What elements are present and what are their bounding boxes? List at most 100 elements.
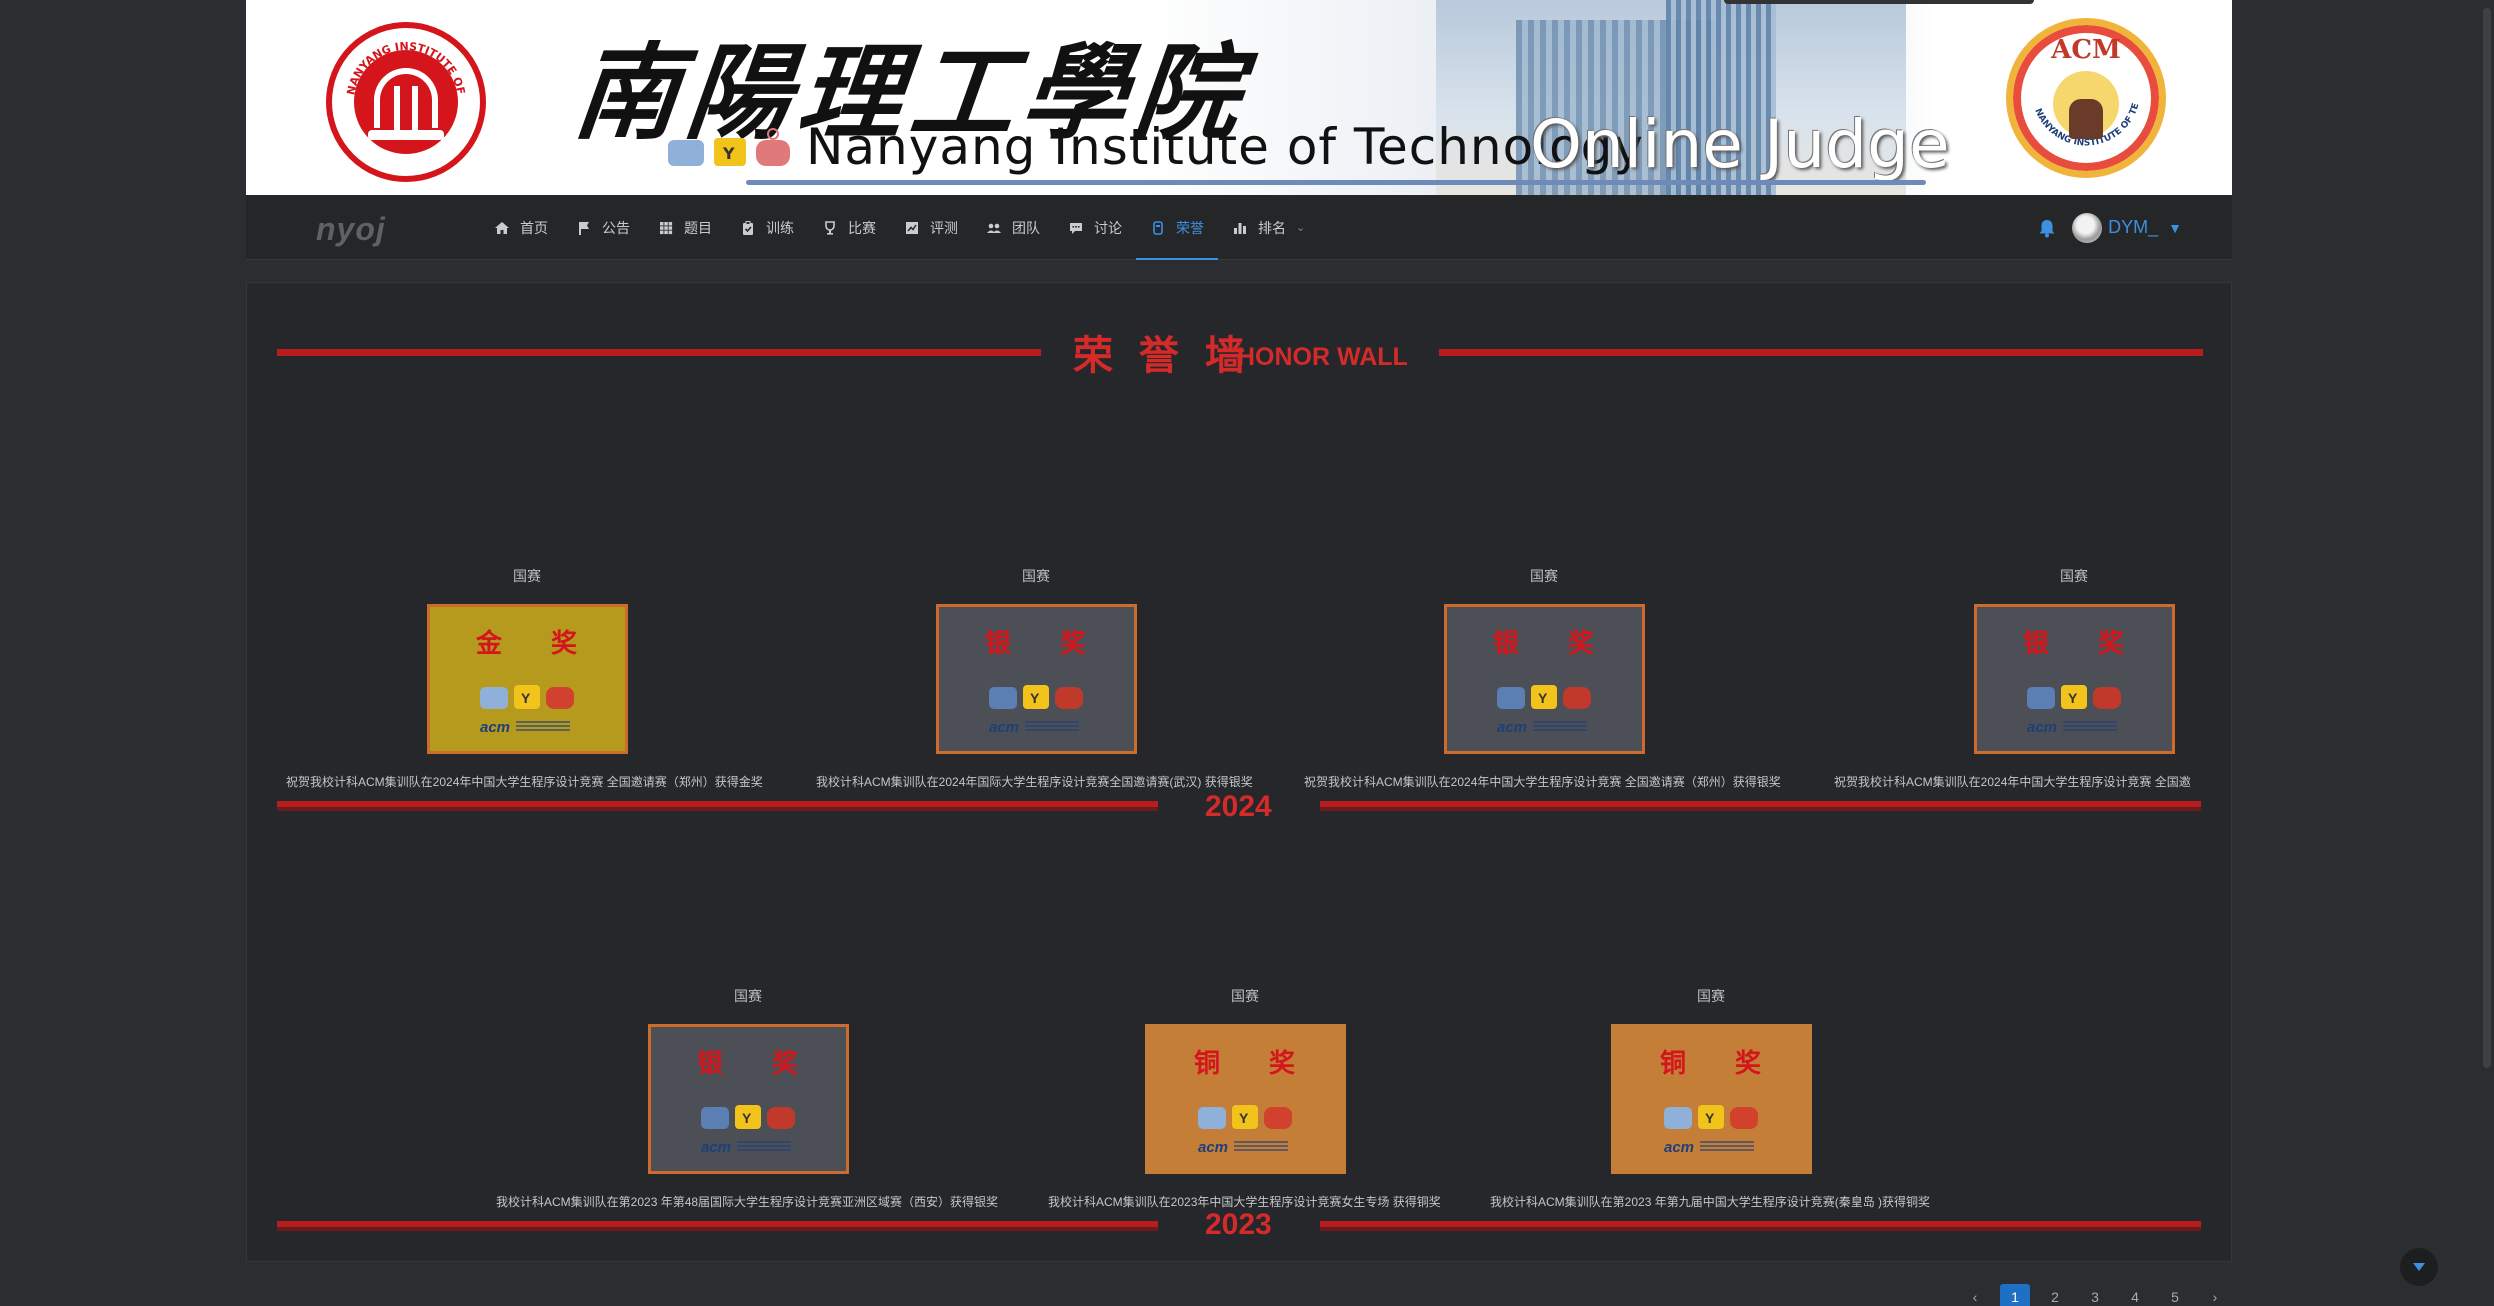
contest-kind: 国赛 (513, 568, 541, 584)
award-title: 银 奖 (1492, 629, 1615, 659)
award-title: 金 奖 (475, 629, 598, 659)
honor-card[interactable]: 国赛 (1145, 986, 1345, 1008)
honor-caption: 祝贺我校计科ACM集训队在2024年中国大学生程序设计竞赛 全国邀请赛（郑州）获… (286, 775, 763, 789)
user-area: DYM_ ▼ (2036, 195, 2182, 260)
acm-tagline (2063, 721, 2117, 731)
honor-card[interactable]: 国赛 (1611, 986, 1811, 1008)
year-line-right (1320, 801, 2201, 807)
year-label: 2024 (1205, 790, 1272, 823)
title-line-left (277, 349, 1041, 356)
banner-overlay (1724, 0, 2034, 4)
caret-down-icon[interactable]: ▼ (2168, 220, 2182, 236)
bar-chart-icon (1234, 222, 1246, 234)
medal-icon (1153, 220, 1163, 235)
page-5-button[interactable]: 5 (2160, 1284, 2190, 1306)
gold-award-image[interactable]: 金 奖 Y acm (427, 604, 628, 754)
bronze-award-image[interactable]: 铜 奖 Y acm (1611, 1024, 1812, 1174)
acm-icons: Y (701, 1105, 795, 1129)
honor-card[interactable]: 国赛 (1444, 566, 1644, 588)
acm-icons: Y (1198, 1105, 1292, 1129)
nav-item-training[interactable]: 训练 (726, 195, 808, 260)
silver-award-image[interactable]: 银 奖 Y acm (1974, 604, 2175, 754)
acm-tagline (1533, 721, 1587, 731)
acm-wordmark: acm (989, 719, 1020, 736)
silver-award-image[interactable]: 银 奖 Y acm (936, 604, 1137, 754)
scrollbar-thumb[interactable] (2483, 8, 2491, 1068)
nav-item-announcements[interactable]: 公告 (562, 195, 644, 260)
team-icon (987, 223, 1001, 233)
nav-label: 比赛 (848, 219, 876, 236)
acm-icons: Y (2027, 685, 2121, 709)
award-title: 铜 奖 (1659, 1049, 1782, 1079)
acm-wordmark: acm (480, 719, 511, 736)
banner-underline (746, 180, 1926, 185)
honor-card[interactable]: 国赛 (648, 986, 848, 1008)
university-seal-logo: NANYANG INSTITUTE OF TECHNOLOGY (326, 22, 486, 182)
nav-item-teams[interactable]: 团队 (972, 195, 1054, 260)
acm-icons: Y (989, 685, 1083, 709)
nav-item-discuss[interactable]: 讨论 (1054, 195, 1136, 260)
acm-icons-mini: Y (668, 128, 790, 166)
next-page-button[interactable]: › (2200, 1284, 2230, 1306)
year-line-right (1320, 1221, 2201, 1227)
silver-award-image[interactable]: 银 奖 Y acm (1444, 604, 1645, 754)
acm-icons: Y (1497, 685, 1591, 709)
scroll-down-button[interactable] (2400, 1248, 2438, 1286)
username[interactable]: DYM_ (2108, 217, 2158, 238)
prev-page-button[interactable]: ‹ (1960, 1284, 1990, 1306)
nav-label: 训练 (766, 219, 794, 236)
page-scrollbar[interactable] (2480, 0, 2494, 1306)
contest-kind: 国赛 (734, 988, 762, 1004)
nav-label: 首页 (520, 219, 548, 236)
svg-text:Y: Y (742, 1110, 752, 1126)
brand-logo[interactable]: nyoj (316, 211, 386, 248)
nav-label: 题目 (684, 219, 712, 236)
svg-text:Y: Y (2068, 690, 2078, 706)
honor-caption: 我校计科ACM集训队在2024年国际大学生程序设计竞赛全国邀请赛(武汉) 获得银… (816, 775, 1253, 789)
clipboard-icon (743, 220, 753, 235)
page-3-button[interactable]: 3 (2080, 1284, 2110, 1306)
nav-label: 公告 (602, 219, 630, 236)
acm-wordmark: acm (2027, 719, 2058, 736)
nav-item-home[interactable]: 首页 (480, 195, 562, 260)
contest-kind: 国赛 (1231, 988, 1259, 1004)
nav-item-contests[interactable]: 比赛 (808, 195, 890, 260)
avatar[interactable] (2072, 212, 2103, 243)
honor-card[interactable]: 国赛 (427, 566, 627, 588)
nav-item-ranking[interactable]: 排名 ⌄ (1218, 195, 1319, 260)
nav-label: 排名 (1258, 219, 1286, 236)
nav-item-problems[interactable]: 题目 (644, 195, 726, 260)
honor-wall-subtitle: HONOR WALL (1237, 343, 1408, 371)
nav-label: 荣誉 (1176, 219, 1204, 236)
pagination: ‹ 1 2 3 4 5 › (1960, 1284, 2240, 1306)
silver-award-image[interactable]: 银 奖 Y acm (648, 1024, 849, 1174)
award-title: 银 奖 (2022, 629, 2145, 659)
acm-wordmark: acm (701, 1139, 732, 1156)
honor-caption: 祝贺我校计科ACM集训队在2024年中国大学生程序设计竞赛 全国邀 (1834, 775, 2191, 789)
honor-wall-title: 荣 誉 墙 (1073, 333, 1251, 379)
comment-icon (1070, 222, 1082, 234)
acm-tagline (516, 721, 570, 731)
acm-wordmark: acm (1198, 1139, 1229, 1156)
nav-item-status[interactable]: 评测 (890, 195, 972, 260)
trophy-icon (825, 220, 835, 235)
university-english-name: Nanyang Institute of Technology (806, 118, 1644, 176)
honor-caption: 我校计科ACM集训队在第2023 年第九届中国大学生程序设计竞赛(秦皇岛 )获得… (1490, 1195, 1931, 1209)
page-1-button[interactable]: 1 (2000, 1284, 2030, 1306)
page-4-button[interactable]: 4 (2120, 1284, 2150, 1306)
nav-label: 讨论 (1094, 219, 1122, 236)
honor-card[interactable]: 国赛 (936, 566, 1136, 588)
chevron-down-icon: ⌄ (1296, 222, 1306, 234)
svg-text:Y: Y (722, 144, 735, 163)
page-2-button[interactable]: 2 (2040, 1284, 2070, 1306)
award-title: 银 奖 (696, 1049, 819, 1079)
nav-item-honor[interactable]: 荣誉 (1136, 195, 1218, 260)
online-judge-title: Online Judge (1530, 106, 1950, 183)
bell-icon[interactable] (2036, 217, 2058, 239)
honor-card[interactable]: 国赛 (1974, 566, 2174, 588)
bronze-award-image[interactable]: 铜 奖 Y acm (1145, 1024, 1346, 1174)
home-icon (495, 221, 509, 234)
flag-icon (579, 221, 589, 235)
main-navbar: nyoj 首页 公告 题目 训练 比赛 评测 团队 讨论 荣誉 排名 ⌄ DYM… (246, 195, 2232, 260)
header-banner: NANYANG INSTITUTE OF TECHNOLOGY 南陽理工學院 Y… (246, 0, 2232, 195)
